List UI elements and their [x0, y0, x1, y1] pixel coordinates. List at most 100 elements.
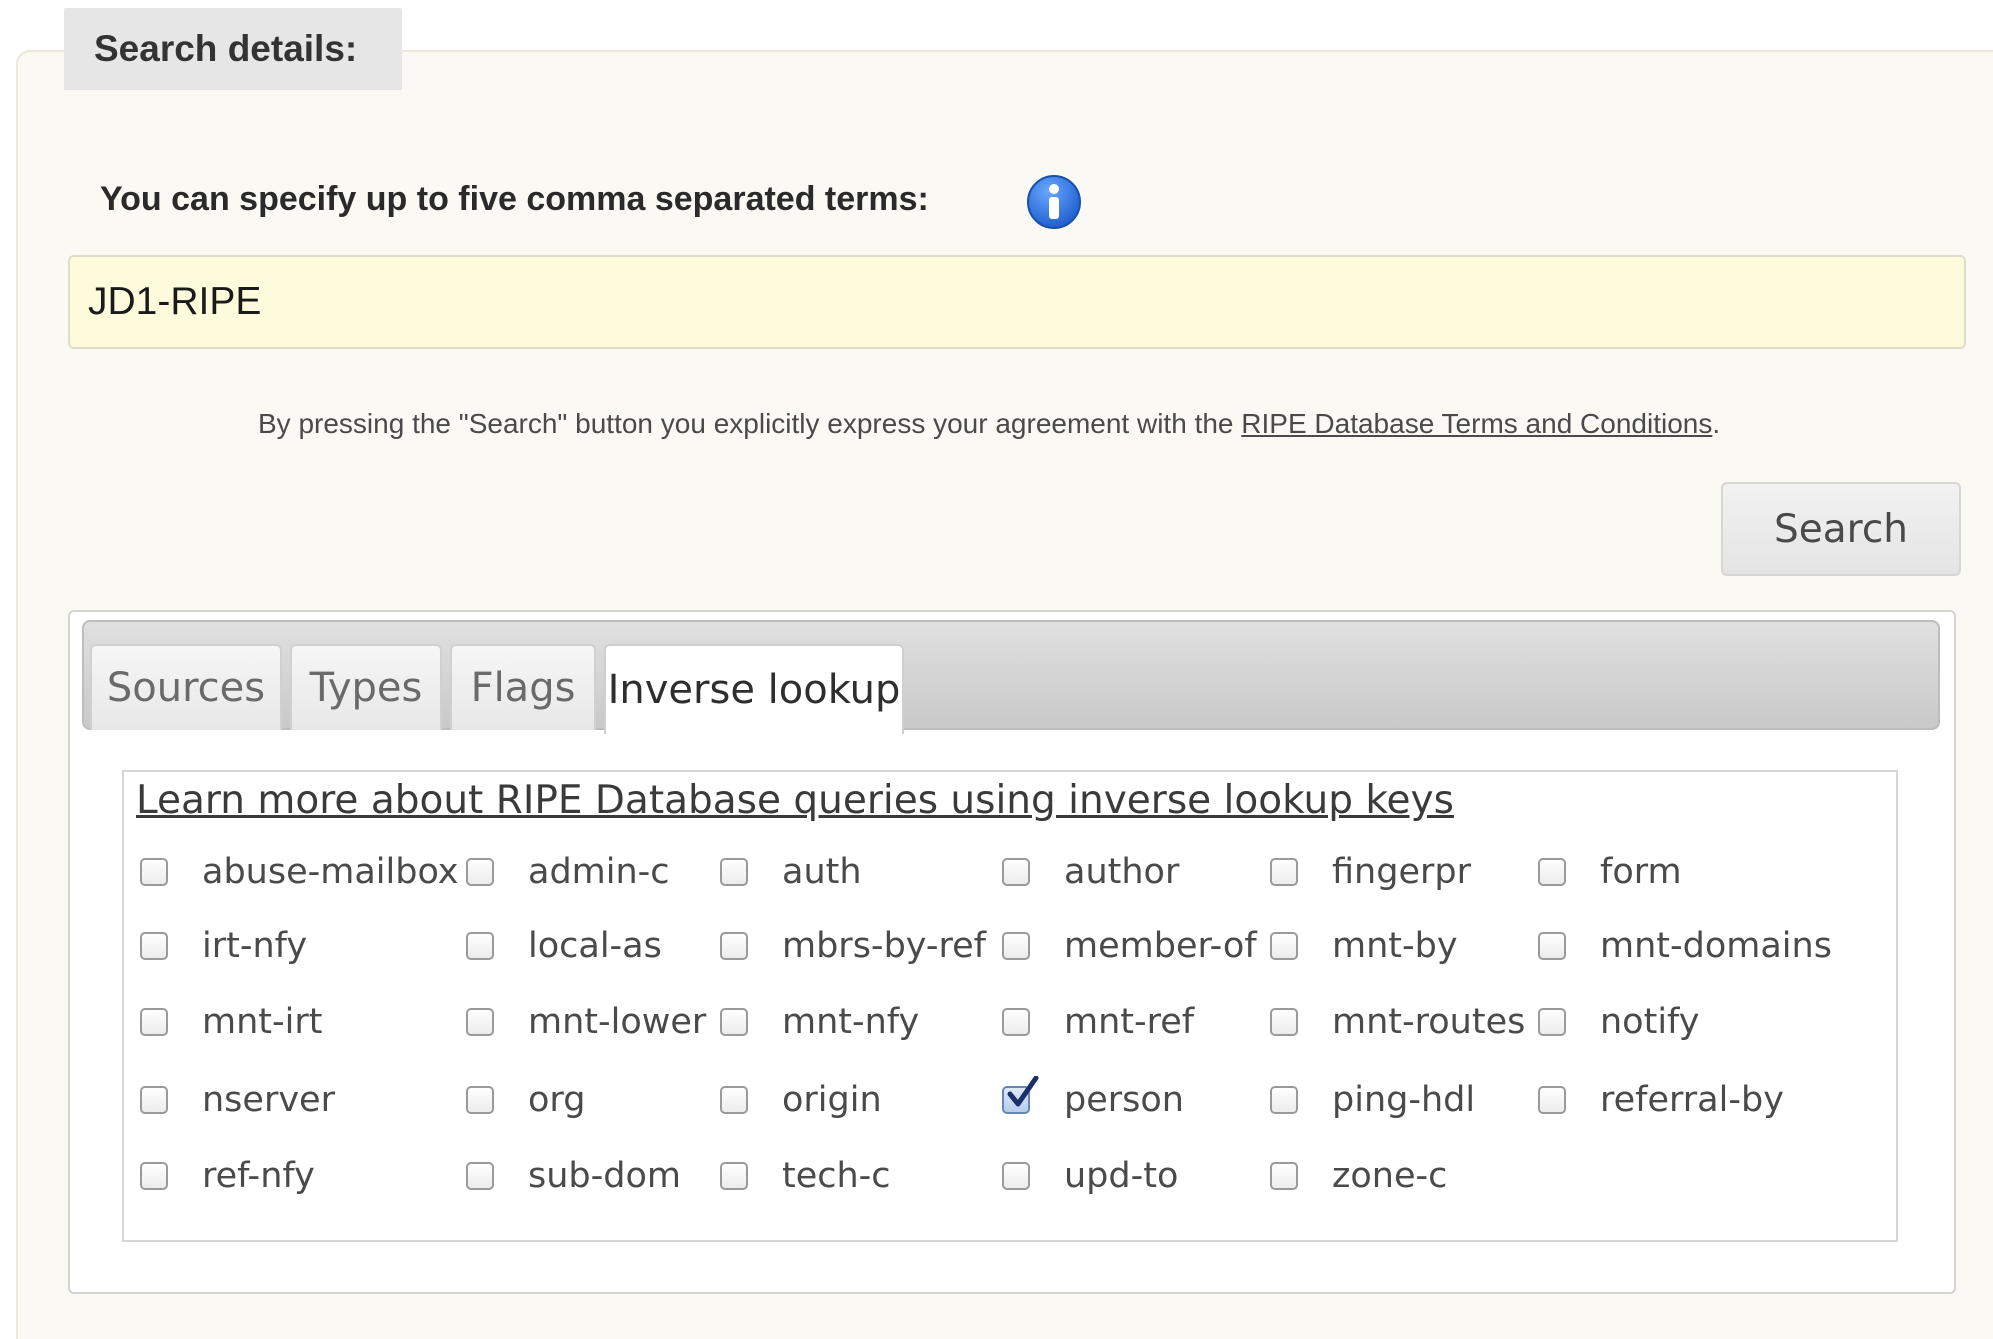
option-label: irt-nfy: [202, 926, 308, 966]
option-label: mnt-lower: [528, 1002, 707, 1042]
checkbox-origin[interactable]: [720, 1086, 748, 1114]
option-label: auth: [782, 852, 862, 892]
checkbox-ref-nfy[interactable]: [140, 1162, 168, 1190]
tab-flags[interactable]: Flags: [450, 644, 596, 730]
checkbox-mnt-nfy[interactable]: [720, 1008, 748, 1036]
checkbox-sub-dom[interactable]: [466, 1162, 494, 1190]
terms-label: You can specify up to five comma separat…: [100, 180, 929, 218]
checkbox-org[interactable]: [466, 1086, 494, 1114]
option-label: mnt-ref: [1064, 1002, 1195, 1042]
checkbox-mnt-lower[interactable]: [466, 1008, 494, 1036]
option-label: zone-c: [1332, 1156, 1448, 1196]
checkbox-notify[interactable]: [1538, 1008, 1566, 1036]
option-label: mnt-nfy: [782, 1002, 920, 1042]
option-mnt-domains[interactable]: mnt-domains: [1538, 922, 1832, 970]
info-icon[interactable]: [1026, 174, 1082, 230]
option-zone-c[interactable]: zone-c: [1270, 1152, 1447, 1200]
checkbox-abuse-mailbox[interactable]: [140, 858, 168, 886]
checkbox-mnt-domains[interactable]: [1538, 932, 1566, 960]
checkbox-author[interactable]: [1002, 858, 1030, 886]
option-label: ping-hdl: [1332, 1080, 1476, 1120]
option-upd-to[interactable]: upd-to: [1002, 1152, 1178, 1200]
option-label: mnt-domains: [1600, 926, 1832, 966]
checkbox-fingerpr[interactable]: [1270, 858, 1298, 886]
agreement-suffix: .: [1712, 408, 1721, 439]
option-ref-nfy[interactable]: ref-nfy: [140, 1152, 315, 1200]
option-label: referral-by: [1600, 1080, 1784, 1120]
option-label: person: [1064, 1080, 1184, 1120]
option-author[interactable]: author: [1002, 848, 1179, 896]
option-abuse-mailbox[interactable]: abuse-mailbox: [140, 848, 459, 896]
option-mnt-by[interactable]: mnt-by: [1270, 922, 1458, 970]
option-mnt-nfy[interactable]: mnt-nfy: [720, 998, 919, 1046]
checkbox-mnt-by[interactable]: [1270, 932, 1298, 960]
option-label: ref-nfy: [202, 1156, 315, 1196]
option-nserver[interactable]: nserver: [140, 1076, 335, 1124]
option-member-of[interactable]: member-of: [1002, 922, 1257, 970]
option-label: abuse-mailbox: [202, 852, 459, 892]
terms-and-conditions-link[interactable]: RIPE Database Terms and Conditions: [1241, 408, 1712, 439]
option-mnt-lower[interactable]: mnt-lower: [466, 998, 706, 1046]
tab-sources-label: Sources: [106, 665, 266, 711]
legend-text: Search details:: [94, 28, 358, 69]
checkbox-mnt-irt[interactable]: [140, 1008, 168, 1036]
checkbox-member-of[interactable]: [1002, 932, 1030, 960]
checkbox-nserver[interactable]: [140, 1086, 168, 1114]
learn-more-link[interactable]: Learn more about RIPE Database queries u…: [136, 778, 1454, 823]
search-button[interactable]: Search: [1721, 482, 1961, 576]
option-auth[interactable]: auth: [720, 848, 862, 896]
search-page: Search details: You can specify up to fi…: [0, 0, 1993, 1339]
option-fingerpr[interactable]: fingerpr: [1270, 848, 1471, 896]
option-irt-nfy[interactable]: irt-nfy: [140, 922, 307, 970]
option-tech-c[interactable]: tech-c: [720, 1152, 891, 1200]
search-details-legend: Search details:: [64, 8, 402, 90]
option-label: admin-c: [528, 852, 670, 892]
tab-inverse-lookup-label: Inverse lookup: [607, 667, 901, 713]
option-admin-c[interactable]: admin-c: [466, 848, 670, 896]
checkbox-person[interactable]: [1002, 1076, 1039, 1114]
checkbox-mnt-ref[interactable]: [1002, 1008, 1030, 1036]
tab-types[interactable]: Types: [290, 644, 442, 730]
checkbox-irt-nfy[interactable]: [140, 932, 168, 960]
option-label: sub-dom: [528, 1156, 681, 1196]
option-mnt-ref[interactable]: mnt-ref: [1002, 998, 1194, 1046]
option-person[interactable]: person: [1002, 1076, 1184, 1124]
option-notify[interactable]: notify: [1538, 998, 1699, 1046]
checkbox-upd-to[interactable]: [1002, 1162, 1030, 1190]
checkbox-auth[interactable]: [720, 858, 748, 886]
option-label: mnt-by: [1332, 926, 1458, 966]
option-referral-by[interactable]: referral-by: [1538, 1076, 1784, 1124]
option-label: form: [1600, 852, 1682, 892]
option-label: mbrs-by-ref: [782, 926, 986, 966]
checkbox-mbrs-by-ref[interactable]: [720, 932, 748, 960]
checkbox-admin-c[interactable]: [466, 858, 494, 886]
option-label: fingerpr: [1332, 852, 1471, 892]
option-mbrs-by-ref[interactable]: mbrs-by-ref: [720, 922, 986, 970]
checkbox-mnt-routes[interactable]: [1270, 1008, 1298, 1036]
option-label: org: [528, 1080, 586, 1120]
checkbox-zone-c[interactable]: [1270, 1162, 1298, 1190]
checkbox-ping-hdl[interactable]: [1270, 1086, 1298, 1114]
checkbox-tech-c[interactable]: [720, 1162, 748, 1190]
checkbox-local-as[interactable]: [466, 932, 494, 960]
option-sub-dom[interactable]: sub-dom: [466, 1152, 681, 1200]
query-options-tabs: Sources Types Flags Inverse lookup Learn…: [68, 610, 1956, 1294]
option-org[interactable]: org: [466, 1076, 585, 1124]
option-origin[interactable]: origin: [720, 1076, 882, 1124]
option-label: member-of: [1064, 926, 1257, 966]
option-label: upd-to: [1064, 1156, 1179, 1196]
option-local-as[interactable]: local-as: [466, 922, 662, 970]
search-terms-input[interactable]: [68, 255, 1966, 349]
option-mnt-routes[interactable]: mnt-routes: [1270, 998, 1525, 1046]
checkbox-referral-by[interactable]: [1538, 1086, 1566, 1114]
option-label: tech-c: [782, 1156, 891, 1196]
checkbox-form[interactable]: [1538, 858, 1566, 886]
tab-sources[interactable]: Sources: [90, 644, 282, 730]
inverse-lookup-panel: Learn more about RIPE Database queries u…: [122, 770, 1898, 1242]
option-ping-hdl[interactable]: ping-hdl: [1270, 1076, 1475, 1124]
option-form[interactable]: form: [1538, 848, 1682, 896]
tab-inverse-lookup[interactable]: Inverse lookup: [604, 644, 904, 734]
option-mnt-irt[interactable]: mnt-irt: [140, 998, 322, 1046]
agreement-text: By pressing the "Search" button you expl…: [258, 408, 1720, 440]
agreement-prefix: By pressing the "Search" button you expl…: [258, 408, 1242, 439]
